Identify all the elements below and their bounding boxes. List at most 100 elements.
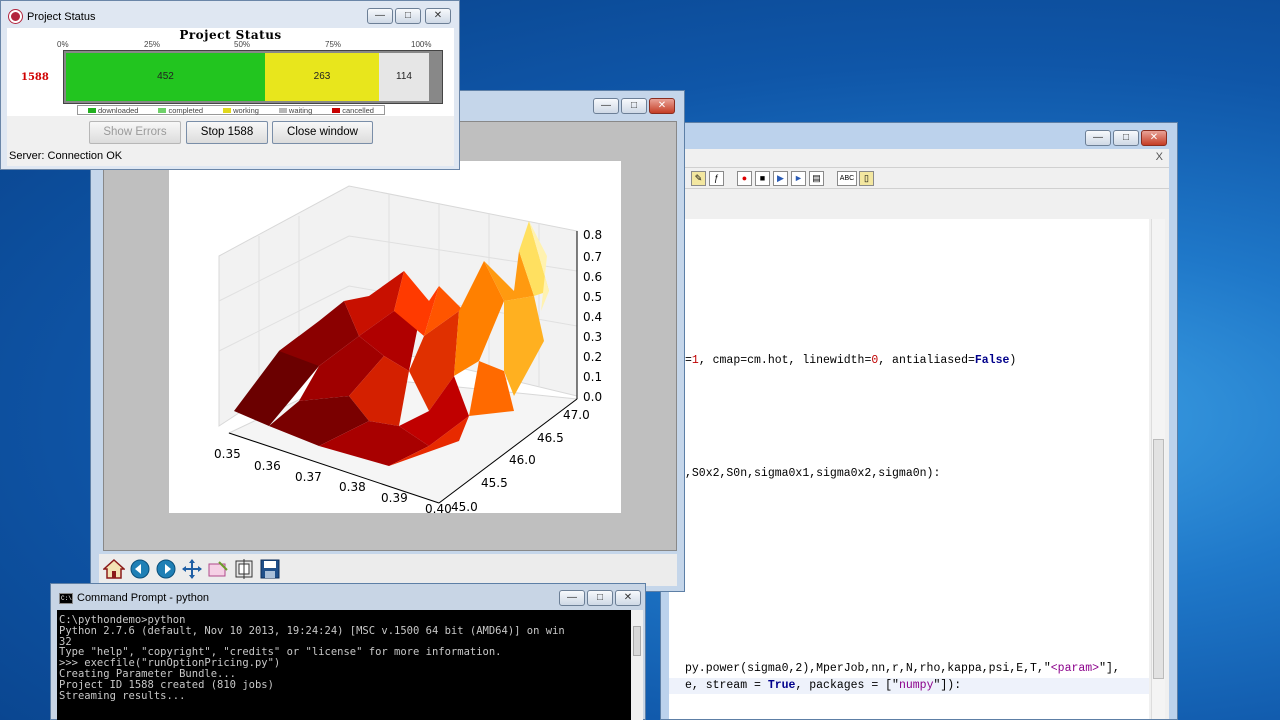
code-token: ,S0x2,S0n,sigma0x1,sigma0x2,sigma0n):	[685, 467, 941, 480]
close-button[interactable]: ✕	[425, 8, 451, 24]
x-tick-5: 0.40	[425, 502, 452, 513]
plot-navigation-toolbar	[99, 554, 677, 586]
minimize-button[interactable]: —	[559, 590, 585, 606]
step-icon[interactable]: ▶	[773, 171, 788, 186]
console-line: Streaming results...	[59, 689, 186, 702]
save-icon[interactable]	[259, 558, 281, 580]
x-tick-2: 0.37	[295, 470, 322, 484]
code-area[interactable]: =1, cmap=cm.hot, linewidth=0, antialiase…	[669, 219, 1149, 719]
pdf-icon[interactable]: ƒ	[709, 171, 724, 186]
spellcheck-icon[interactable]: ABC	[837, 171, 857, 186]
legend-item: cancelled	[332, 106, 374, 115]
app-icon	[9, 10, 22, 23]
home-icon[interactable]	[103, 558, 125, 580]
close-button[interactable]: ✕	[649, 98, 675, 114]
console-scrollbar[interactable]	[631, 610, 643, 720]
legend-item: downloaded	[88, 106, 138, 115]
legend-swatch	[223, 108, 232, 114]
pan-icon[interactable]	[181, 558, 203, 580]
z-tick-2: 0.2	[583, 350, 602, 364]
code-token: py.power(sigma0,2),MperJob,nn,r,N,rho,ka…	[685, 662, 1051, 675]
z-tick-7: 0.7	[583, 250, 602, 264]
server-status: Server: Connection OK	[9, 150, 123, 162]
minimize-button[interactable]: —	[593, 98, 619, 114]
code-token: True	[767, 679, 796, 692]
x-tick-0: 0.35	[214, 447, 241, 461]
back-icon[interactable]	[129, 558, 151, 580]
folder-icon[interactable]: ▯	[859, 171, 874, 186]
surface-plot-svg: 0.35 0.36 0.37 0.38 0.39 0.40 45.0 45.5 …	[214, 185, 602, 516]
legend-item: completed	[158, 106, 203, 115]
z-tick-4: 0.4	[583, 310, 602, 324]
legend-label: downloaded	[98, 105, 139, 115]
z-tick-8: 0.8	[583, 228, 602, 242]
percent-label-0: 0%	[57, 40, 69, 49]
stop-icon[interactable]: ■	[755, 171, 770, 186]
legend-item: working	[223, 106, 259, 115]
close-button[interactable]: ✕	[1141, 130, 1167, 146]
code-token: False	[974, 354, 1010, 367]
code-token: =	[685, 354, 692, 367]
project-status-window: Project Status — □ ✕ Project Status 0% 2…	[0, 0, 460, 170]
y-tick-0: 45.0	[451, 500, 478, 513]
percent-label-25: 25%	[144, 40, 161, 49]
progress-bar: 452 263 114	[63, 50, 443, 104]
z-tick-3: 0.3	[583, 330, 602, 344]
editor-scrollbar[interactable]	[1151, 219, 1165, 719]
y-tick-4: 47.0	[563, 408, 590, 422]
z-tick-0: 0.0	[583, 390, 602, 404]
y-tick-3: 46.5	[537, 431, 564, 445]
surface-plot[interactable]: 0.35 0.36 0.37 0.38 0.39 0.40 45.0 45.5 …	[169, 161, 621, 516]
legend-swatch	[158, 108, 167, 114]
maximize-button[interactable]: □	[1113, 130, 1139, 146]
code-token: "]):	[933, 679, 962, 692]
legend-label: completed	[168, 105, 204, 115]
percent-label-75: 75%	[325, 40, 342, 49]
progress-segment: 452	[66, 53, 265, 101]
legend-swatch	[332, 108, 341, 114]
console-output[interactable]: C:\pythondemo>python Python 2.7.6 (defaul…	[57, 610, 631, 720]
legend-swatch	[278, 108, 287, 114]
close-button[interactable]: ✕	[615, 590, 641, 606]
edit-icon[interactable]: ✎	[691, 171, 706, 186]
code-token: e, stream =	[685, 679, 768, 692]
minimize-button[interactable]: —	[1085, 130, 1111, 146]
minimize-button[interactable]: —	[367, 8, 393, 24]
editor-toolbar: ✎ ƒ ● ■ ▶ ► ▤ ABC ▯	[669, 167, 1169, 189]
x-tick-4: 0.39	[381, 491, 408, 505]
percent-label-50: 50%	[234, 40, 251, 49]
scrollbar-thumb[interactable]	[1153, 439, 1164, 679]
z-axis-ticks: 0.0 0.1 0.2 0.3 0.4 0.5 0.6 0.7 0.8	[583, 228, 602, 404]
x-tick-1: 0.36	[254, 459, 281, 473]
status-chart: Project Status 0% 25% 50% 75% 100% 1588 …	[7, 28, 454, 116]
maximize-button[interactable]: □	[395, 8, 421, 24]
show-errors-button[interactable]: Show Errors	[89, 121, 181, 144]
code-token: , packages = ["	[795, 679, 899, 692]
zoom-icon[interactable]	[207, 558, 229, 580]
z-tick-1: 0.1	[583, 370, 602, 384]
close-window-button[interactable]: Close window	[272, 121, 373, 144]
breakpoint-icon[interactable]: ●	[737, 171, 752, 186]
step-over-icon[interactable]: ►	[791, 171, 806, 186]
status-legend: downloaded completed working waiting cancell…	[77, 105, 385, 115]
maximize-button[interactable]: □	[621, 98, 647, 114]
code-token: )	[1009, 354, 1017, 367]
code-token: 1	[691, 354, 699, 367]
code-line-4: e, stream = True, packages = ["numpy"]):	[685, 679, 961, 692]
maximize-button[interactable]: □	[587, 590, 613, 606]
tab-close-icon[interactable]: X	[1156, 151, 1163, 163]
x-tick-3: 0.38	[339, 480, 366, 494]
scrollbar-thumb[interactable]	[633, 626, 641, 656]
forward-icon[interactable]	[155, 558, 177, 580]
window-icon[interactable]: ▤	[809, 171, 824, 186]
configure-subplots-icon[interactable]	[233, 558, 255, 580]
legend-label: waiting	[288, 105, 313, 115]
legend-item: waiting	[278, 105, 313, 115]
console-line: Python 2.7.6 (default, Nov 10 2013, 19:2…	[59, 624, 565, 637]
code-line-3: py.power(sigma0,2),MperJob,nn,r,N,rho,ka…	[685, 662, 1120, 675]
window-title: Command Prompt - python	[77, 592, 210, 604]
stop-project-button[interactable]: Stop 1588	[186, 121, 268, 144]
z-tick-5: 0.5	[583, 290, 602, 304]
y-tick-2: 46.0	[509, 453, 536, 467]
progress-segment: 263	[265, 53, 379, 101]
